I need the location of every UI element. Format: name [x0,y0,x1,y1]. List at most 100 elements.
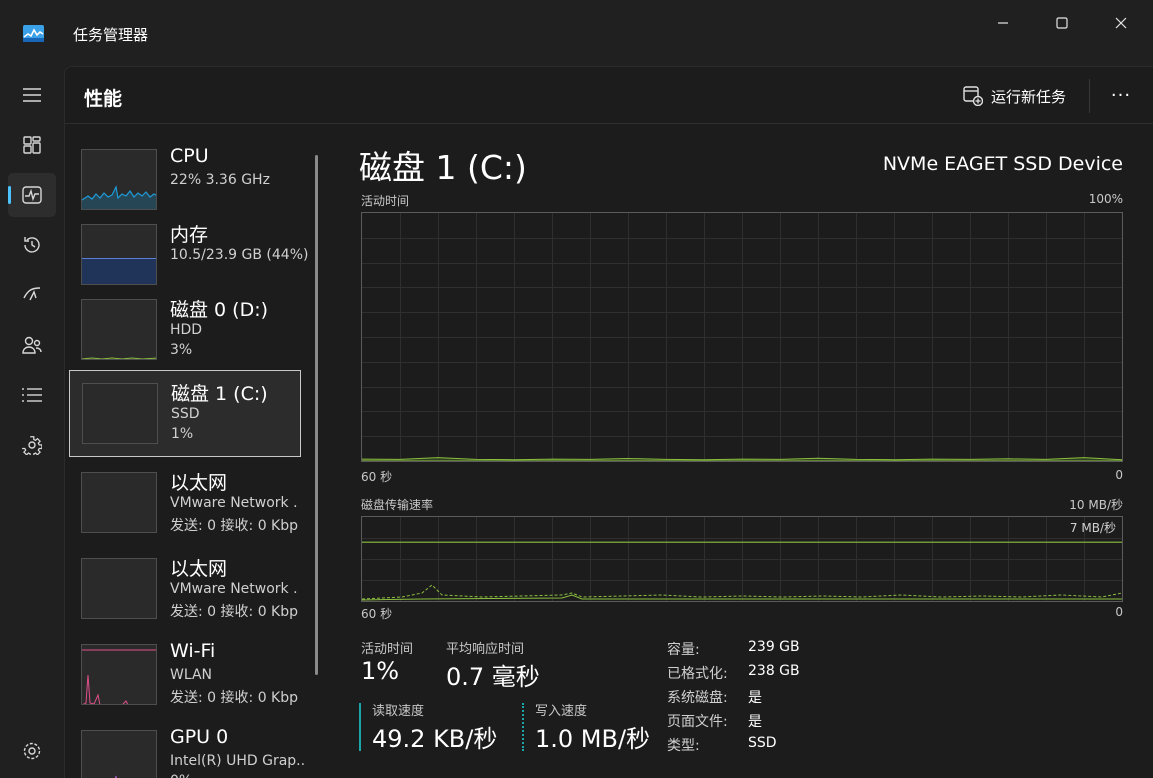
device-usage: 3% [170,342,193,358]
device-item-disk-1[interactable]: 磁盘 1 (C:) SSD 1% [69,370,301,457]
minimize-button[interactable] [974,0,1032,46]
details-list-icon [22,388,42,402]
transfer-x-right: 0 [1115,605,1123,619]
activity-graph-max: 100% [1088,192,1123,206]
device-adapter: VMware Network . [170,495,298,511]
device-item-gpu-0[interactable]: GPU 0 Intel(R) UHD Grap.. 0% [69,718,305,778]
startup-icon [23,287,41,301]
device-throughput: 发送: 0 接收: 0 Kbp [170,604,299,620]
hamburger-icon [23,88,41,102]
device-detail: 22% 3.36 GHz [170,172,270,188]
gpu-0-thumbnail [81,730,157,778]
nav-item-app-history[interactable] [8,223,56,267]
disk-1-thumbnail [82,383,158,444]
write-speed-indicator [522,703,524,751]
property-system-disk-label: 系统磁盘: [667,690,728,706]
ethernet-2-thumbnail [81,558,157,619]
device-list-scrollbar[interactable] [315,155,318,675]
property-formatted-value: 238 GB [748,663,800,679]
title-bar: 任务管理器 [0,0,1153,66]
performance-icon [22,186,42,204]
property-type-label: 类型: [667,738,700,754]
device-item-cpu[interactable]: CPU 22% 3.36 GHz [69,137,301,224]
active-time-value: 1% [361,657,400,685]
nav-item-details[interactable] [8,373,56,417]
device-item-ethernet-2[interactable]: 以太网 VMware Network . 发送: 0 接收: 0 Kbp [69,546,301,633]
page-header: 性能 运行新任务 ··· [65,67,1153,124]
read-speed-label: 读取速度 [372,704,425,719]
cpu-thumbnail [81,149,157,210]
activity-graph-label: 活动时间 [361,194,410,208]
close-icon [1115,17,1127,29]
task-manager-icon [23,25,44,42]
transfer-graph-max: 10 MB/秒 [1069,498,1123,512]
header-divider [1089,79,1090,113]
property-formatted-label: 已格式化: [667,666,728,682]
activity-x-right: 0 [1115,468,1123,482]
avg-response-label: 平均响应时间 [446,642,525,657]
write-speed-label: 写入速度 [535,704,588,719]
device-item-disk-0[interactable]: 磁盘 0 (D:) HDD 3% [69,287,301,374]
services-icon [22,436,42,455]
run-task-label: 运行新任务 [991,87,1067,106]
avg-response-value: 0.7 毫秒 [446,663,540,691]
window-title: 任务管理器 [73,26,149,44]
device-usage: 1% [171,426,194,442]
property-capacity-value: 239 GB [748,639,800,655]
device-throughput: 发送: 0 接收: 0 Kbp [170,690,299,706]
ethernet-1-thumbnail [81,472,157,533]
device-adapter: Intel(R) UHD Grap.. [170,753,306,769]
maximize-icon [1056,17,1068,29]
transfer-graph-label: 磁盘传输速率 [361,498,434,512]
device-name: 以太网 [170,472,228,494]
minimize-icon [998,22,1008,24]
more-options-button[interactable]: ··· [1103,81,1139,109]
property-capacity-label: 容量: [667,642,700,658]
page-title: 性能 [84,88,123,110]
nav-item-users[interactable] [8,323,56,367]
close-button[interactable] [1092,0,1150,46]
activity-time-graph [361,212,1123,462]
device-type: HDD [170,322,203,338]
device-name: GPU 0 [170,726,229,748]
settings-gear-icon [23,742,41,760]
nav-item-processes[interactable] [8,123,56,167]
active-time-label: 活动时间 [361,642,414,657]
property-type-value: SSD [748,735,777,751]
device-list: CPU 22% 3.36 GHz 内存 10.5/23.9 GB (44%) 磁… [65,125,327,778]
processes-icon [23,136,41,154]
run-task-icon [963,86,983,106]
disk-0-thumbnail [81,299,157,360]
hamburger-menu-button[interactable] [8,73,56,117]
device-model: NVMe EAGET SSD Device [882,153,1123,175]
run-new-task-button[interactable]: 运行新任务 [963,83,1066,109]
device-name: 内存 [170,224,209,246]
memory-thumbnail [81,224,157,285]
more-icon: ··· [1110,84,1132,106]
activity-x-left: 60 秒 [361,470,393,484]
device-name: CPU [170,145,209,167]
detail-title: 磁盘 1 (C:) [359,148,527,187]
write-speed-value: 1.0 MB/秒 [535,725,651,753]
device-throughput: 发送: 0 接收: 0 Kbp [170,518,299,534]
device-name: 磁盘 0 (D:) [170,299,269,321]
main-content: 性能 运行新任务 ··· CPU 22% 3.36 GHz 内存 10.5/23… [64,66,1153,778]
device-usage: 0% [170,773,306,778]
transfer-rate-graph: 7 MB/秒 [361,516,1123,602]
property-page-file-value: 是 [748,714,762,730]
transfer-ref-label: 7 MB/秒 [1069,521,1116,535]
transfer-x-left: 60 秒 [361,607,393,621]
property-page-file-label: 页面文件: [667,714,728,730]
device-adapter: WLAN [170,667,213,683]
maximize-button[interactable] [1033,0,1091,46]
nav-item-settings[interactable] [8,729,56,773]
nav-item-startup-apps[interactable] [8,273,56,317]
property-system-disk-value: 是 [748,690,762,706]
wifi-thumbnail [81,644,157,705]
nav-item-services[interactable] [8,423,56,467]
read-speed-value: 49.2 KB/秒 [372,725,498,753]
nav-item-performance[interactable] [8,173,56,217]
device-item-ethernet-1[interactable]: 以太网 VMware Network . 发送: 0 接收: 0 Kbp [69,460,301,547]
device-item-wifi[interactable]: Wi-Fi WLAN 发送: 0 接收: 0 Kbp [69,632,301,719]
device-item-memory[interactable]: 内存 10.5/23.9 GB (44%) [69,212,308,299]
